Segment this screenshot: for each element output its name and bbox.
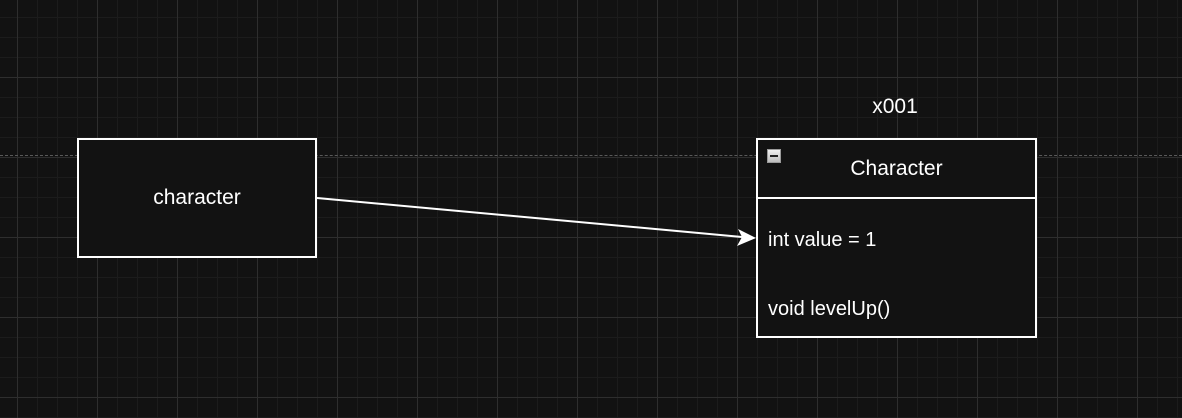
class-header: Character xyxy=(758,140,1035,199)
class-member-field[interactable]: int value = 1 xyxy=(768,229,876,252)
class-name: Character xyxy=(850,157,943,180)
class-member-method[interactable]: void levelUp() xyxy=(768,298,890,321)
class-object-box[interactable]: Character int value = 1 void levelUp() xyxy=(756,138,1037,338)
reference-variable-box[interactable]: character xyxy=(77,138,317,258)
reference-variable-label: character xyxy=(153,186,241,209)
object-address-label: x001 xyxy=(872,95,918,118)
